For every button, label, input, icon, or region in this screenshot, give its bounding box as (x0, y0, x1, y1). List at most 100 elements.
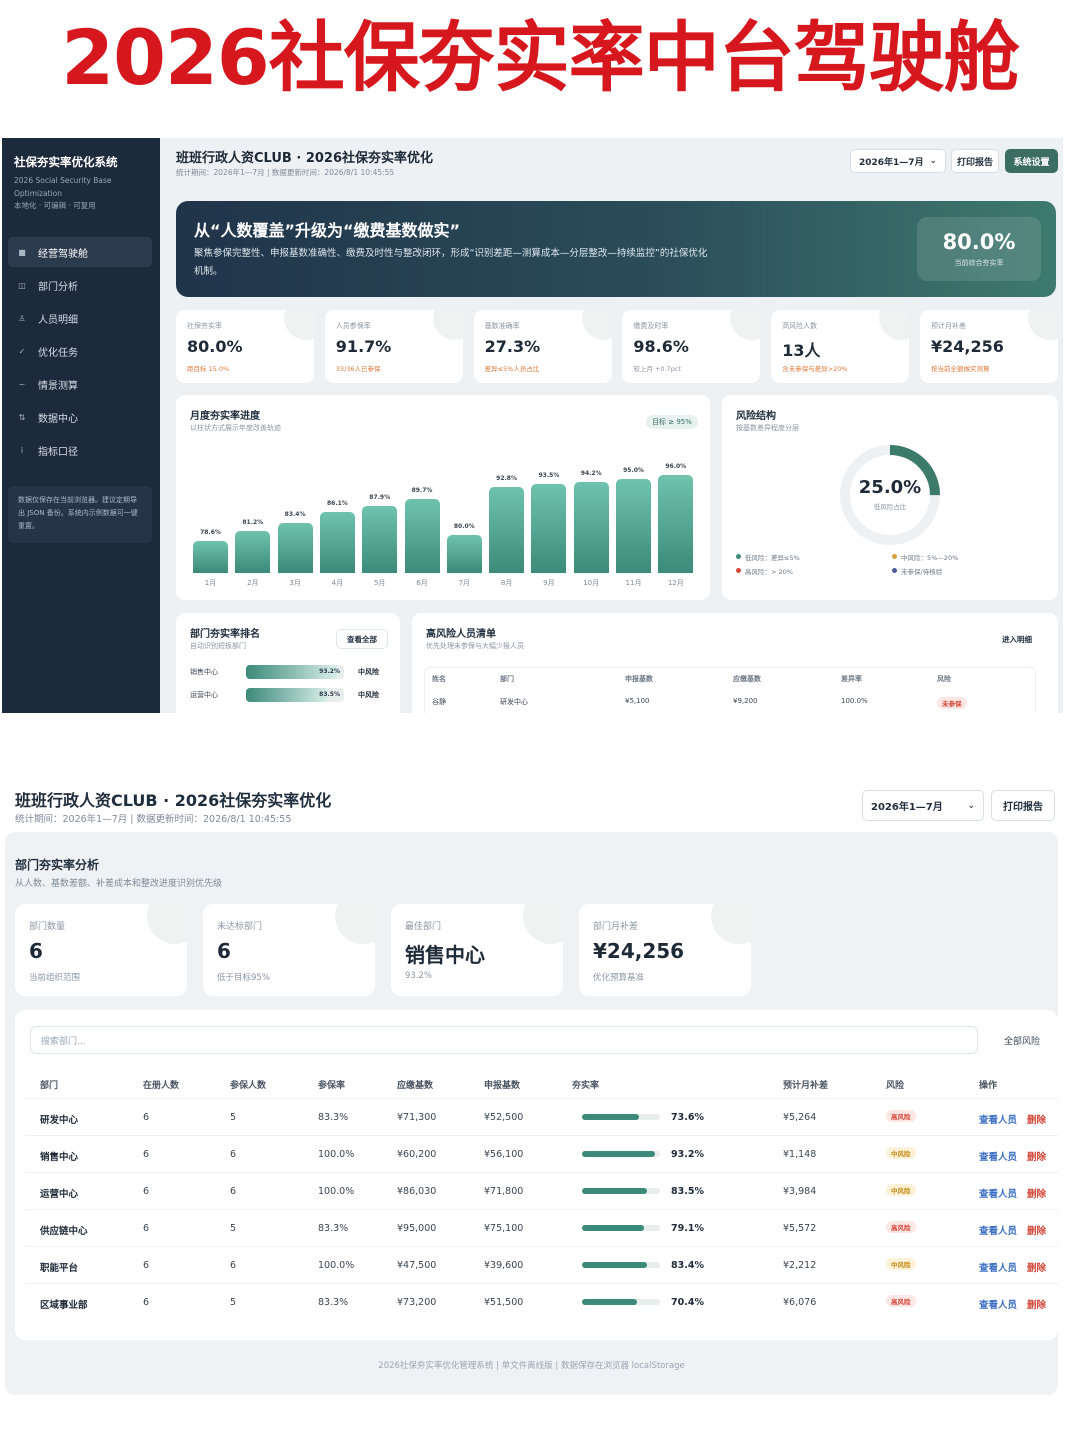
column-header: 预计月补差 (783, 1081, 829, 1091)
hero-kpi-value: 80.0% (942, 230, 1016, 254)
rank-bar-fill (246, 688, 328, 702)
cell-staff: 6 (143, 1297, 150, 1308)
solid-rate-fill (582, 1299, 637, 1305)
dashboard-screenshot: 社保夯实率优化系统 2026 Social Security Base Opti… (2, 138, 1063, 713)
cell-declared: ¥52,500 (484, 1112, 524, 1123)
cell-due: ¥95,000 (397, 1223, 437, 1234)
kpi-sub: 按当前全额做实测算 (931, 365, 990, 373)
cell-risk: 中风险 (886, 1184, 916, 1196)
delete-link[interactable]: 删除 (1027, 1260, 1046, 1274)
legend-dot (892, 554, 897, 559)
risk-level: 中风险 (358, 668, 379, 676)
kpi-value: 6 (29, 939, 43, 963)
x-tick-label: 11月 (625, 579, 642, 587)
delete-link[interactable]: 删除 (1027, 1297, 1046, 1311)
risk-level: 中风险 (358, 691, 379, 699)
dept-rank-card: 部门夯实率排名 自动识别短板部门 查看全部 销售中心 93.2% 中风险 运营中心 83… (176, 613, 400, 713)
column-header: 姓名 (432, 675, 446, 683)
view-staff-link[interactable]: 查看人员 (979, 1149, 1017, 1163)
risk-filter-select[interactable]: 全部风险 (987, 1026, 1057, 1054)
legend-dot (736, 554, 741, 559)
view-staff-link[interactable]: 查看人员 (979, 1112, 1017, 1126)
cell-staff: 6 (143, 1260, 150, 1271)
delete-link[interactable]: 删除 (1027, 1149, 1046, 1163)
sidebar-title: 社保夯实率优化系统 (14, 155, 118, 169)
solid-rate-bar (582, 1262, 660, 1268)
sidebar-tagline: 本地化 · 可编辑 · 可复用 (14, 201, 96, 210)
dept-kpi-card: 最佳部门 销售中心 93.2% (391, 904, 563, 996)
print-report-button[interactable]: 打印报告 (991, 790, 1055, 821)
chart-bar (573, 481, 609, 573)
print-report-button[interactable]: 打印报告 (951, 149, 999, 173)
view-staff-link[interactable]: 查看人员 (979, 1186, 1017, 1200)
view-staff-link[interactable]: 查看人员 (979, 1223, 1017, 1237)
delete-link[interactable]: 删除 (1027, 1112, 1046, 1126)
cell-dept: 研发中心 (500, 698, 528, 706)
column-header: 风险 (886, 1081, 905, 1091)
cell-staff: 6 (143, 1223, 150, 1234)
dept-name: 运营中心 (190, 691, 218, 699)
sidebar-item-6[interactable]: i 指标口径 (8, 435, 152, 465)
sidebar-item-1[interactable]: ◫ 部门分析 (8, 270, 152, 300)
period-select[interactable]: 2026年1—7月 ⌄ (850, 149, 946, 173)
kpi-label: 人员参保率 (335, 322, 371, 330)
table-row: 销售中心 6 6 100.0% ¥60,200 ¥56,100 93.2% ¥1,148 中风险… (25, 1135, 1058, 1172)
sidebar-item-label: 部门分析 (38, 281, 78, 293)
kpi-sub: 低于目标95% (217, 973, 270, 983)
kpi-value: 27.3% (484, 337, 541, 356)
legend-item: 未参保/待核验 (892, 566, 942, 576)
cell-risk: 高风险 (886, 1295, 916, 1307)
dept-name: 销售中心 (190, 668, 218, 676)
sidebar-item-0[interactable]: ■ 经营驾驶舱 (8, 237, 152, 267)
cell-gap: ¥1,148 (783, 1149, 817, 1160)
kpi-card: 基数准确率 27.3% 差异≤5%人员占比 (473, 310, 612, 383)
bar-value-label: 87.9% (369, 493, 391, 501)
bar-value-label: 89.7% (411, 486, 433, 494)
cell-rate: 100.0% (318, 1149, 355, 1160)
delete-link[interactable]: 删除 (1027, 1223, 1046, 1237)
sidebar-item-4[interactable]: ~ 情景测算 (8, 369, 152, 399)
sidebar-item-5[interactable]: ⇅ 数据中心 (8, 402, 152, 432)
chart-bar (531, 484, 567, 573)
kpi-label: 部门月补差 (593, 922, 639, 932)
card-title: 部门夯实率排名 (190, 629, 260, 640)
kpi-card: 社保夯实率 80.0% 距目标 15.0% (176, 310, 314, 383)
view-all-button[interactable]: 查看全部 (336, 629, 388, 649)
kpi-sub: 优化预算基准 (593, 973, 645, 983)
sidebar-subtitle-en: 2026 Social Security Base Optimization (14, 176, 112, 198)
solid-rate-fill (582, 1114, 640, 1120)
cell-risk: 未参保 (937, 697, 967, 709)
column-header: 在册人数 (143, 1081, 180, 1091)
column-header: 部门 (40, 1081, 59, 1091)
section-title: 部门夯实率分析 (15, 858, 100, 872)
period-value: 2026年1—7月 (871, 802, 943, 813)
x-tick-label: 12月 (667, 579, 684, 587)
x-tick-label: 6月 (416, 579, 428, 587)
sidebar-item-3[interactable]: ✓ 优化任务 (8, 336, 152, 366)
view-staff-link[interactable]: 查看人员 (979, 1260, 1017, 1274)
cell-solid-rate: 83.5% (671, 1186, 704, 1197)
x-tick-label: 5月 (373, 579, 386, 587)
legend-label: 未参保/待核验 (901, 568, 943, 576)
kpi-label: 缴费及时率 (633, 322, 669, 330)
period-select[interactable]: 2026年1—7月 ⌄ (862, 790, 984, 821)
table-header: 姓名 部门 申报基数 应缴基数 差异率 风险 (425, 668, 1037, 690)
monthly-progress-card: 月度夯实率进度 以柱状方式展示年度改善轨迹 目标 ≥ 95% 78.6% 1月 81… (176, 395, 710, 600)
bar-value-label: 92.8% (496, 475, 517, 483)
risk-badge: 中风险 (886, 1184, 916, 1196)
cell-dept: 职能平台 (40, 1263, 79, 1274)
cell-due: ¥86,030 (397, 1186, 437, 1197)
delete-link[interactable]: 删除 (1027, 1186, 1046, 1200)
system-settings-button[interactable]: 系统设置 (1005, 149, 1058, 173)
sidebar-item-2[interactable]: ♙ 人员明细 (8, 303, 152, 333)
kpi-label: 最佳部门 (405, 922, 442, 932)
x-tick-label: 1月 (204, 579, 217, 587)
sidebar-note: 数据仅保存在当前浏览器。建议定期导出 JSON 备份。系统内示例数据可一键重置。 (8, 486, 152, 543)
nav-icon: ◫ (18, 280, 26, 290)
search-input[interactable]: 搜索部门... (30, 1026, 978, 1054)
bar-value-label: 83.4% (284, 510, 306, 518)
view-staff-link[interactable]: 查看人员 (979, 1297, 1017, 1311)
cell-insured: 6 (230, 1186, 237, 1197)
cell-staff: 6 (143, 1186, 150, 1197)
enter-detail-button[interactable]: 进入明细 (988, 629, 1046, 649)
